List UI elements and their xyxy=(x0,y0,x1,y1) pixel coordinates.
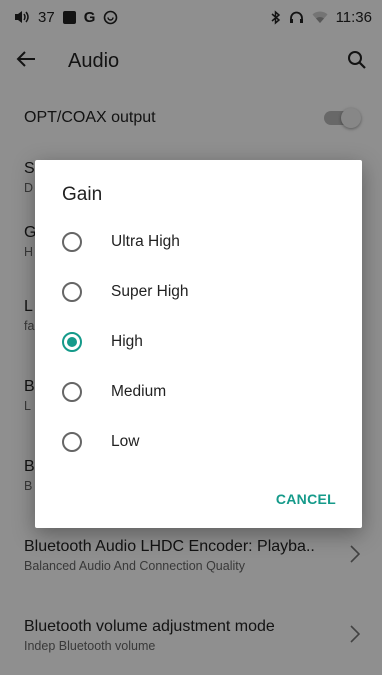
cancel-button[interactable]: CANCEL xyxy=(276,491,336,507)
option-label: Medium xyxy=(111,383,167,400)
radio-button[interactable] xyxy=(62,232,82,252)
gain-option-high[interactable]: High xyxy=(35,317,362,367)
option-label: High xyxy=(111,333,143,350)
gain-option-ultra-high[interactable]: Ultra High xyxy=(35,217,362,267)
dialog-title: Gain xyxy=(62,184,103,205)
gain-option-low[interactable]: Low xyxy=(35,417,362,467)
audio-settings-screen: 37 G 11:36 Audio OPT/COAX output S D G H… xyxy=(0,0,382,675)
option-label: Ultra High xyxy=(111,233,180,250)
gain-option-medium[interactable]: Medium xyxy=(35,367,362,417)
option-label: Super High xyxy=(111,283,189,300)
radio-button[interactable] xyxy=(62,282,82,302)
gain-option-super-high[interactable]: Super High xyxy=(35,267,362,317)
option-label: Low xyxy=(111,433,140,450)
radio-button-selected[interactable] xyxy=(62,332,82,352)
radio-button[interactable] xyxy=(62,432,82,452)
gain-dialog: Gain Ultra High Super High High Medium L… xyxy=(35,160,362,528)
radio-button[interactable] xyxy=(62,382,82,402)
